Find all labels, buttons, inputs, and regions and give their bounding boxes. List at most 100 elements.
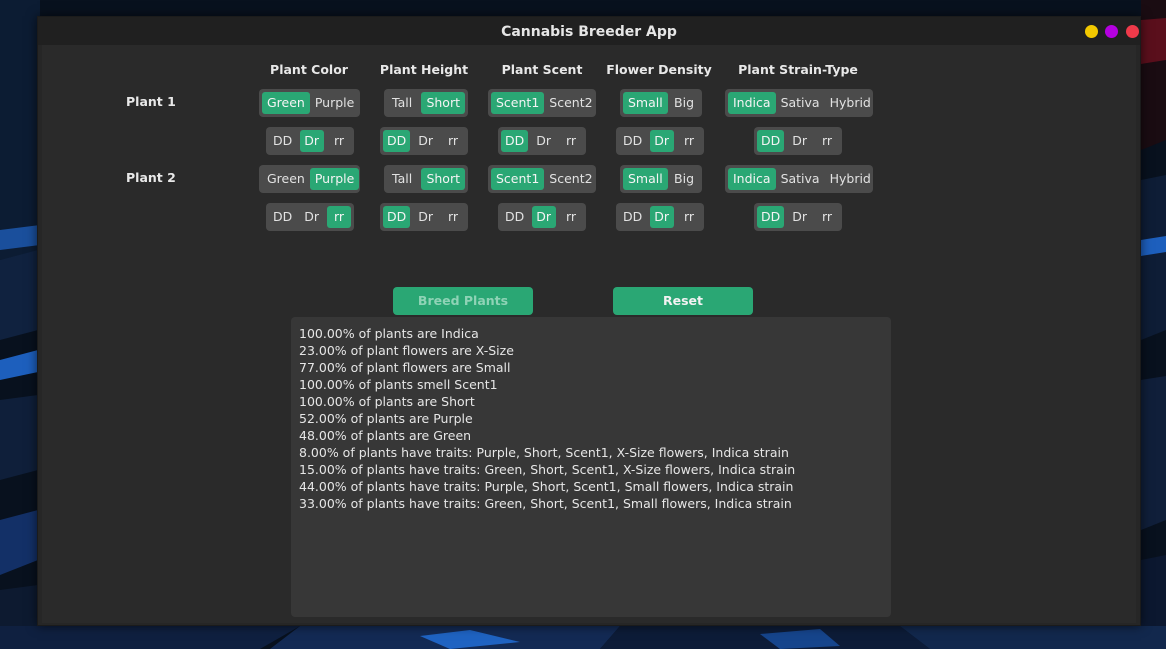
header-strain-type: Plant Strain-Type [738, 62, 858, 77]
header-flower-density: Flower Density [606, 62, 712, 77]
plant-1-strain-option-hybrid[interactable]: Hybrid [825, 92, 876, 114]
plant-1-color-trait-selector: Green Purple [259, 89, 360, 117]
plant-1-scent-option-rr[interactable]: rr [559, 130, 583, 152]
minimize-button[interactable] [1085, 25, 1098, 38]
plant-1-density-option-dr[interactable]: Dr [649, 130, 674, 152]
plant-2-color-option-rr[interactable]: rr [326, 206, 351, 228]
plant-2-density-option-dr[interactable]: Dr [649, 206, 674, 228]
plant-2-strain-option-dr[interactable]: Dr [788, 206, 812, 228]
plant-2-density-genotype-selector: DD Dr rr [616, 203, 704, 231]
plant-2-scent-genotype-selector: DD Dr rr [498, 203, 586, 231]
plant-2-height-genotype-selector: DD Dr rr [380, 203, 468, 231]
plant-1-color-option-dr[interactable]: Dr [299, 130, 324, 152]
result-line: 8.00% of plants have traits: Purple, Sho… [299, 445, 789, 460]
plant-1-density-trait-selector: Small Big [620, 89, 702, 117]
plant-2-strain-option-dd[interactable]: DD [757, 206, 785, 228]
plant-1-height-option-dd[interactable]: DD [383, 130, 411, 152]
plant-1-height-option-rr[interactable]: rr [441, 130, 465, 152]
reset-button[interactable]: Reset [613, 287, 753, 315]
plant-1-height-genotype-selector: DD Dr rr [380, 127, 468, 155]
result-line: 23.00% of plant flowers are X-Size [299, 343, 514, 358]
plant-2-color-option-dd[interactable]: DD [269, 206, 296, 228]
result-line: 100.00% of plants smell Scent1 [299, 377, 498, 392]
plant-2-height-option-dd[interactable]: DD [383, 206, 411, 228]
header-plant-color: Plant Color [270, 62, 348, 77]
plant-1-color-option-rr[interactable]: rr [327, 130, 351, 152]
plant-1-color-genotype-selector: DD Dr rr [266, 127, 354, 155]
result-line: 52.00% of plants are Purple [299, 411, 473, 426]
plant-1-strain-option-dr[interactable]: Dr [788, 130, 812, 152]
plant-2-height-option-tall[interactable]: Tall [387, 168, 417, 190]
plant-2-height-option-short[interactable]: Short [421, 168, 465, 190]
plant-1-scent-trait-selector: Scent1 Scent2 [488, 89, 596, 117]
plant-1-density-genotype-selector: DD Dr rr [616, 127, 704, 155]
plant-2-scent-option-scent2[interactable]: Scent2 [544, 168, 597, 190]
app-window: Cannabis Breeder App Plant Color Plant H… [37, 16, 1141, 626]
plant-2-density-option-big[interactable]: Big [669, 168, 699, 190]
plant-2-color-trait-selector: Green Purple [259, 165, 360, 193]
plant-1-strain-option-rr[interactable]: rr [815, 130, 839, 152]
plant-1-height-option-short[interactable]: Short [421, 92, 465, 114]
plant-2-density-option-dd[interactable]: DD [619, 206, 646, 228]
plant-1-height-option-dr[interactable]: Dr [414, 130, 438, 152]
plant-2-density-option-small[interactable]: Small [623, 168, 668, 190]
plant-2-label: Plant 2 [126, 170, 176, 185]
plant-2-height-trait-selector: Tall Short [384, 165, 468, 193]
plant-1-height-option-tall[interactable]: Tall [387, 92, 417, 114]
result-line: 15.00% of plants have traits: Green, Sho… [299, 462, 796, 477]
plant-2-color-option-green[interactable]: Green [262, 168, 310, 190]
plant-2-height-option-rr[interactable]: rr [441, 206, 465, 228]
main-content: Plant Color Plant Height Plant Scent Flo… [42, 45, 1136, 623]
result-line: 100.00% of plants are Short [299, 394, 475, 409]
plant-1-strain-option-indica[interactable]: Indica [728, 92, 776, 114]
plant-1-density-option-rr[interactable]: rr [677, 130, 701, 152]
plant-1-strain-genotype-selector: DD Dr rr [754, 127, 842, 155]
plant-2-strain-option-sativa[interactable]: Sativa [776, 168, 825, 190]
plant-2-color-genotype-selector: DD Dr rr [266, 203, 354, 231]
plant-1-density-option-small[interactable]: Small [623, 92, 668, 114]
plant-1-color-option-purple[interactable]: Purple [310, 92, 359, 114]
plant-1-scent-option-scent2[interactable]: Scent2 [544, 92, 597, 114]
result-line: 33.00% of plants have traits: Green, Sho… [299, 496, 792, 511]
close-button[interactable] [1126, 25, 1139, 38]
plant-2-strain-option-rr[interactable]: rr [815, 206, 839, 228]
breed-plants-button[interactable]: Breed Plants [393, 287, 533, 315]
window-title: Cannabis Breeder App [501, 24, 677, 40]
title-bar[interactable]: Cannabis Breeder App [38, 17, 1140, 45]
plant-1-label: Plant 1 [126, 94, 176, 109]
plant-1-scent-option-scent1[interactable]: Scent1 [491, 92, 545, 114]
results-panel: 100.00% of plants are Indica 23.00% of pl… [291, 317, 891, 617]
result-line: 44.00% of plants have traits: Purple, Sh… [299, 479, 794, 494]
header-plant-height: Plant Height [379, 62, 469, 77]
plant-1-density-option-big[interactable]: Big [669, 92, 699, 114]
plant-2-scent-option-dr[interactable]: Dr [531, 206, 556, 228]
plant-1-strain-option-dd[interactable]: DD [757, 130, 785, 152]
result-line: 77.00% of plant flowers are Small [299, 360, 511, 375]
plant-2-strain-genotype-selector: DD Dr rr [754, 203, 842, 231]
plant-1-scent-option-dr[interactable]: Dr [532, 130, 556, 152]
plant-1-strain-option-sativa[interactable]: Sativa [776, 92, 825, 114]
plant-1-density-option-dd[interactable]: DD [619, 130, 646, 152]
plant-1-height-trait-selector: Tall Short [384, 89, 468, 117]
header-plant-scent: Plant Scent [501, 62, 583, 77]
plant-1-scent-option-dd[interactable]: DD [501, 130, 529, 152]
plant-2-strain-trait-selector: Indica Sativa Hybrid [725, 165, 873, 193]
plant-2-color-option-purple[interactable]: Purple [309, 168, 360, 190]
plant-2-scent-option-scent1[interactable]: Scent1 [491, 168, 545, 190]
plant-2-scent-trait-selector: Scent1 Scent2 [488, 165, 596, 193]
plant-2-scent-option-rr[interactable]: rr [559, 206, 583, 228]
plant-2-density-option-rr[interactable]: rr [677, 206, 701, 228]
plant-1-color-option-dd[interactable]: DD [269, 130, 296, 152]
plant-2-height-option-dr[interactable]: Dr [414, 206, 438, 228]
result-line: 100.00% of plants are Indica [299, 326, 479, 341]
plant-2-color-option-dr[interactable]: Dr [300, 206, 324, 228]
plant-1-scent-genotype-selector: DD Dr rr [498, 127, 586, 155]
plant-1-color-option-green[interactable]: Green [262, 92, 310, 114]
plant-2-scent-option-dd[interactable]: DD [501, 206, 528, 228]
plant-1-strain-trait-selector: Indica Sativa Hybrid [725, 89, 873, 117]
result-line: 48.00% of plants are Green [299, 428, 472, 443]
plant-2-strain-option-indica[interactable]: Indica [728, 168, 776, 190]
maximize-button[interactable] [1105, 25, 1118, 38]
plant-2-density-trait-selector: Small Big [620, 165, 702, 193]
plant-2-strain-option-hybrid[interactable]: Hybrid [825, 168, 876, 190]
